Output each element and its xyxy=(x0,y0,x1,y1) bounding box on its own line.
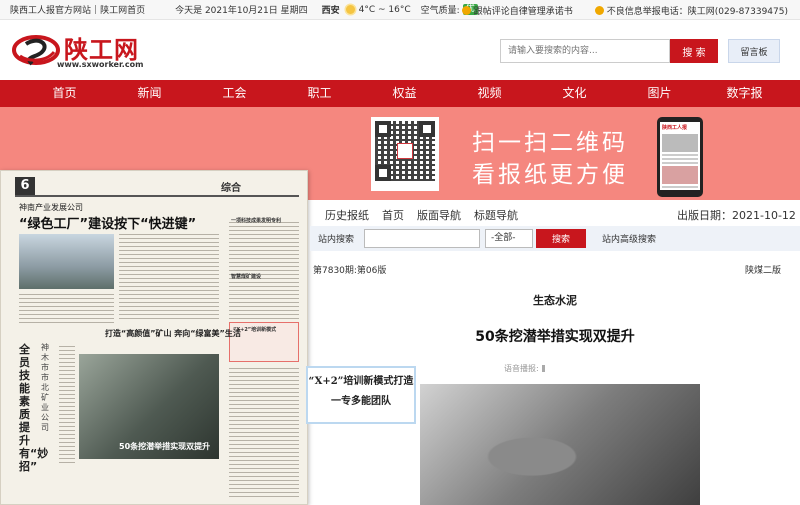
publication-date: 出版日期：2021-10-12 xyxy=(677,209,796,222)
read-aloud-label: 语音播报: xyxy=(504,364,539,373)
article-kicker: 生态水泥 xyxy=(533,294,577,307)
guestbook-button[interactable]: 留言板 xyxy=(728,39,780,63)
search-input[interactable] xyxy=(500,39,670,63)
coin-icon xyxy=(594,5,604,15)
nav-pictures[interactable]: 图片 xyxy=(617,80,702,107)
paper-subheadline[interactable]: 打造“高颜值”矿山 奔向“绿富美”生活 xyxy=(105,328,241,339)
separator: | xyxy=(94,4,98,15)
top-info-bar: 陕西工人报官方网站 | 陕工网首页 今天是 2021年10月21日 星期四 西安… xyxy=(0,0,800,20)
tab-title-nav[interactable]: 标题导航 xyxy=(474,207,518,223)
qr-finder xyxy=(419,121,435,137)
paper-right-headline[interactable]: 一项科技成果发明专利 xyxy=(231,217,281,224)
report-phone-link[interactable]: 不良信息举报电话：陕工网(029-87339475) xyxy=(607,4,788,17)
tab-history[interactable]: 历史报纸 xyxy=(325,207,369,223)
article-photo xyxy=(420,384,700,505)
site-header: 陕工网 www.sxworker.com 搜 索 留言板 xyxy=(0,20,800,80)
qr-finder xyxy=(375,165,391,181)
phone-screen: 陕西工人报 xyxy=(660,122,700,190)
paper-section-head: 综合 xyxy=(221,183,241,194)
paper-right-headline[interactable]: 智慧煤矿建设 xyxy=(231,273,261,280)
nav-news[interactable]: 新闻 xyxy=(107,80,192,107)
paper-page-number: 6 xyxy=(15,177,35,195)
phone-paper-title: 陕西工人报 xyxy=(662,125,688,131)
site-search-scope-select[interactable]: -全部- xyxy=(485,229,533,248)
site-search-input[interactable] xyxy=(364,229,480,248)
search-button[interactable]: 搜 索 xyxy=(670,39,718,63)
home-link[interactable]: 陕工网首页 xyxy=(100,3,145,16)
newspaper-page-preview[interactable]: 6 综合 神南产业发展公司 “绿色工厂”建设按下“快进键” 一项科技成果发明专利… xyxy=(0,170,308,505)
paper-company: 神南产业发展公司 xyxy=(19,203,83,212)
qr-logo-icon xyxy=(397,143,413,159)
logo-swirl-icon xyxy=(12,35,60,66)
nav-rights[interactable]: 权益 xyxy=(362,80,447,107)
banner-text-line1: 扫一扫二维码 xyxy=(472,130,628,156)
qr-code xyxy=(371,117,439,191)
qr-finder xyxy=(375,121,391,137)
speaker-icon[interactable] xyxy=(541,365,549,372)
tab-page-nav[interactable]: 版面导航 xyxy=(417,207,461,223)
article-title: 50条挖潜举措实现双提升 xyxy=(475,329,635,345)
sun-icon xyxy=(345,5,355,14)
nav-culture[interactable]: 文化 xyxy=(532,80,617,107)
nav-home[interactable]: 首页 xyxy=(22,80,107,107)
site-logo[interactable]: 陕工网 www.sxworker.com xyxy=(12,30,144,76)
phone-mockup: 陕西工人报 xyxy=(657,117,703,197)
logo-url: www.sxworker.com xyxy=(57,60,144,69)
today-date: 今天是 2021年10月21日 星期四 xyxy=(175,6,308,16)
read-aloud[interactable]: 语音播报: xyxy=(504,363,549,374)
paper-photo-caption[interactable]: 50条挖潜举措实现双提升 xyxy=(119,441,210,452)
paper-nav-tabs: 历史报纸 首页 版面导航 标题导航 xyxy=(325,207,518,223)
paper-headline[interactable]: “绿色工厂”建设按下“快进键” xyxy=(19,213,196,232)
weather-city: 西安 xyxy=(321,6,340,16)
edition-info: 第7830期:第06版 xyxy=(313,266,387,276)
advanced-search-link[interactable]: 站内高级搜索 xyxy=(602,232,656,245)
main-nav: 首页 新闻 工会 职工 权益 视频 文化 图片 数字报 xyxy=(0,80,800,107)
section-name: 陕煤二版 xyxy=(745,266,782,276)
site-search-label: 站内搜索 xyxy=(318,235,355,245)
banner-text-line2: 看报纸更方便 xyxy=(472,162,628,188)
coin-icon xyxy=(461,5,471,15)
tab-front-page[interactable]: 首页 xyxy=(382,207,404,223)
qr-code-pattern xyxy=(375,121,435,181)
paper-photo xyxy=(19,234,114,289)
paper-vertical-headline[interactable]: 全员技能素质提升有“妙招” xyxy=(19,343,48,473)
site-name-link[interactable]: 陕西工人报官方网站 xyxy=(10,3,91,16)
nav-video[interactable]: 视频 xyxy=(447,80,532,107)
site-search-bar: 站内搜索 -全部- 搜索 站内高级搜索 xyxy=(310,226,800,251)
article-hover-callout[interactable]: “X+2”培训新模式打造一专多能团队 xyxy=(306,366,416,424)
site-search-button[interactable]: 搜索 xyxy=(536,229,586,248)
nav-union[interactable]: 工会 xyxy=(192,80,277,107)
paper-vertical-caption: 神木市市北矿业公司 xyxy=(41,343,49,432)
top-links: 跟帖评论自律管理承诺书 不良信息举报电话：陕工网(029-87339475) xyxy=(461,0,788,20)
nav-digital-paper[interactable]: 数字报 xyxy=(702,80,787,107)
nav-workers[interactable]: 职工 xyxy=(277,80,362,107)
weather-temp: 4°C ~ 16°C xyxy=(358,4,411,15)
air-quality-label: 空气质量: xyxy=(420,6,460,16)
self-discipline-link[interactable]: 跟帖评论自律管理承诺书 xyxy=(474,4,573,17)
